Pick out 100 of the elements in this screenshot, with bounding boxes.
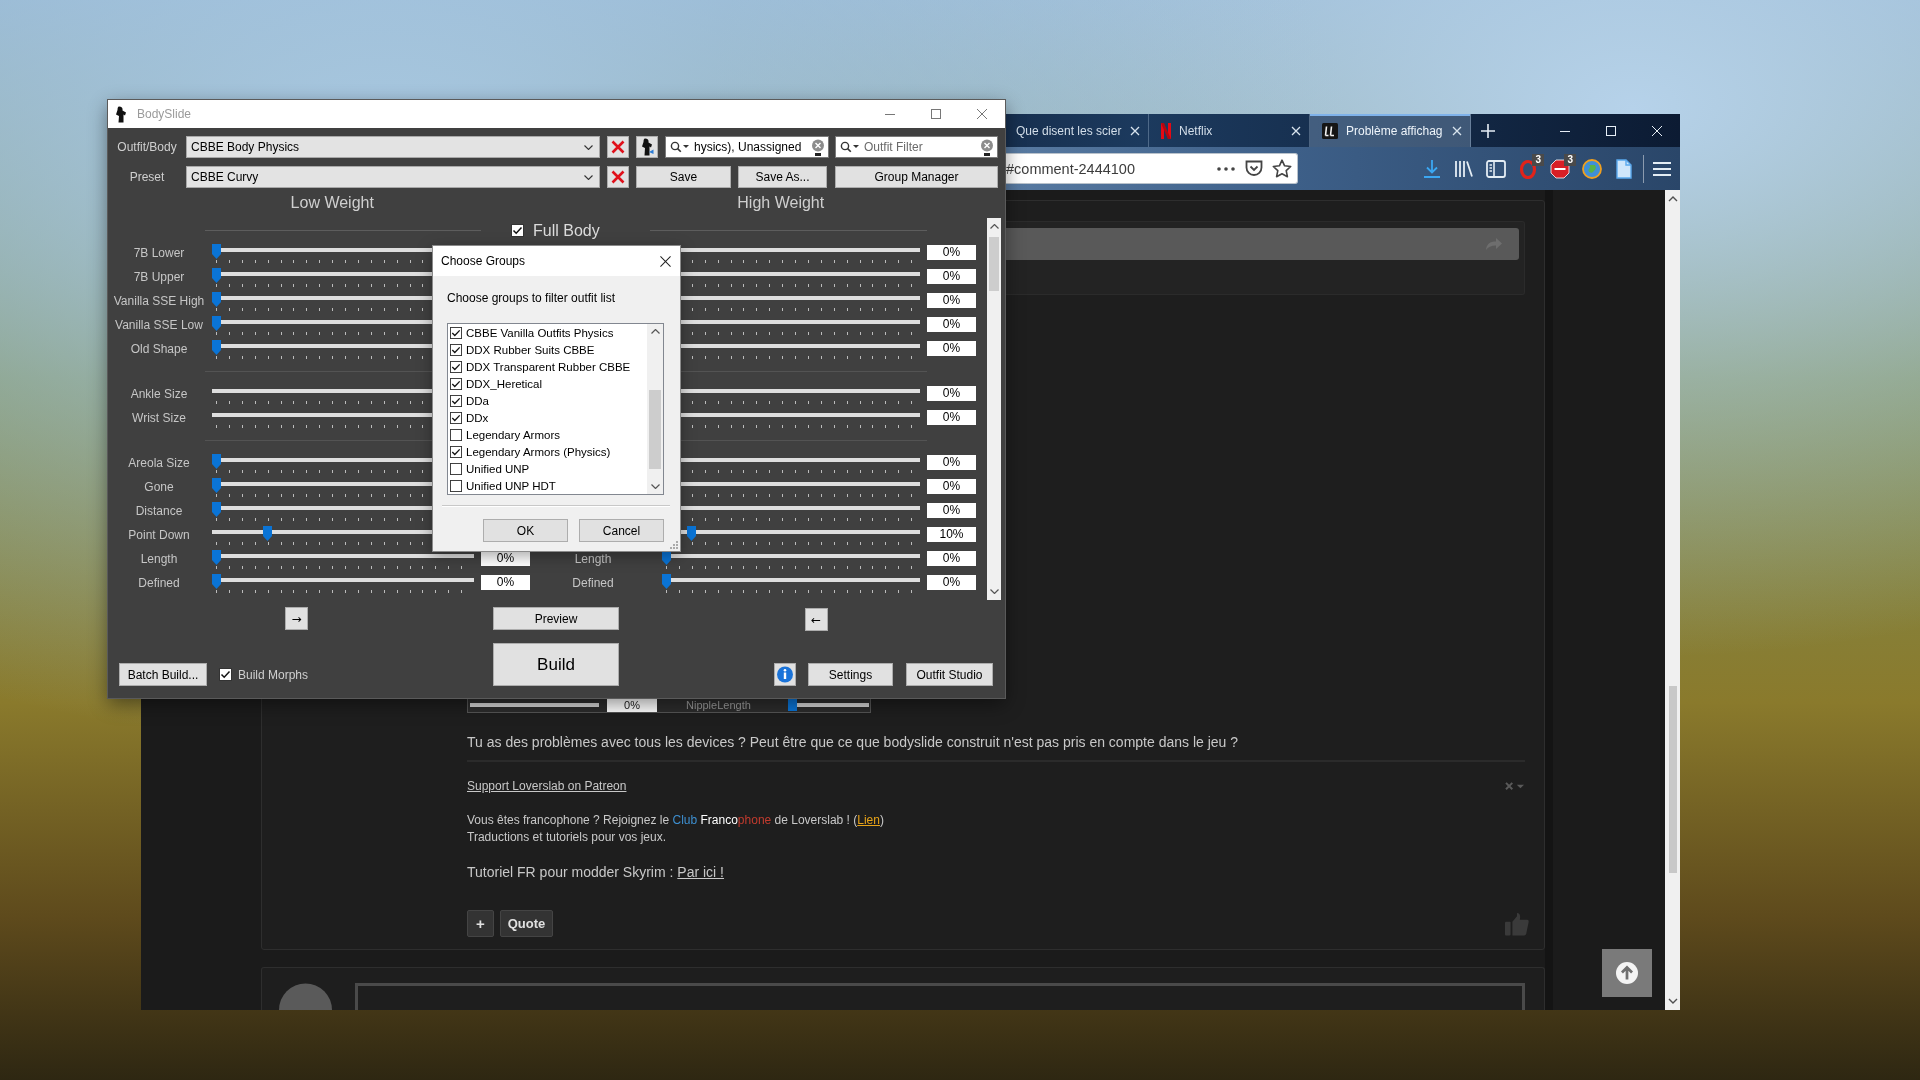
plus-icon[interactable] (1481, 123, 1495, 138)
close-icon[interactable] (660, 255, 671, 267)
slider-thumb[interactable] (662, 574, 671, 589)
scrollbar-thumb[interactable] (649, 390, 661, 469)
outfit-studio-button[interactable]: Outfit Studio (906, 663, 993, 686)
slider-thumb[interactable] (212, 454, 221, 469)
build-button[interactable]: Build (493, 643, 619, 686)
dialog-prompt: Choose groups to filter outfit list (447, 290, 617, 306)
sidebar-icon[interactable] (1486, 158, 1506, 179)
group-manager-button[interactable]: Group Manager (835, 166, 998, 188)
thumbs-up-icon[interactable] (1505, 911, 1529, 936)
settings-button[interactable]: Settings (808, 663, 893, 686)
menu-icon[interactable] (1653, 160, 1671, 177)
arrow-button[interactable]: ← (804, 608, 828, 631)
patreon-link[interactable]: Support Loverslab on Patreon (467, 779, 627, 793)
document-icon[interactable] (1614, 158, 1634, 179)
value-field[interactable]: 0% (927, 455, 976, 470)
preview-button[interactable]: Preview (493, 607, 619, 630)
group-checkbox[interactable]: Legendary Armors (448, 426, 647, 443)
clear-icon[interactable] (811, 138, 825, 156)
arrow-button[interactable]: → (285, 607, 308, 630)
save-button[interactable]: Save (636, 166, 731, 188)
download-icon[interactable] (1422, 158, 1442, 179)
group-checkbox[interactable]: Unified UNP (448, 460, 647, 477)
plus-button[interactable]: + (467, 910, 494, 937)
group-checkbox[interactable]: DDx (448, 409, 647, 426)
value-field[interactable]: 0% (481, 575, 530, 590)
scrollbar[interactable] (1665, 190, 1680, 1010)
slider-thumb[interactable] (212, 316, 221, 331)
close-caret-icon[interactable] (1505, 781, 1525, 791)
resize-grip-icon[interactable] (669, 540, 678, 549)
slider-thumb[interactable] (212, 502, 221, 517)
value-field[interactable]: 0% (927, 503, 976, 518)
clear-icon[interactable] (980, 138, 994, 156)
chevron-down-icon[interactable] (989, 589, 999, 594)
build-morphs-checkbox[interactable]: Build Morphs (219, 667, 309, 682)
slider-thumb[interactable] (212, 292, 221, 307)
group-checkbox[interactable]: DDa (448, 392, 647, 409)
reply-field[interactable] (355, 983, 1525, 1010)
library-icon[interactable] (1454, 158, 1474, 179)
value-field[interactable]: 0% (927, 341, 976, 356)
figure-button[interactable] (636, 136, 658, 158)
value-field[interactable]: 0% (927, 269, 976, 284)
chevron-up-icon[interactable] (1667, 196, 1678, 202)
scroll-top-button[interactable] (1602, 949, 1652, 997)
octagon-icon[interactable] (1550, 158, 1570, 179)
pocket-icon[interactable] (1245, 160, 1263, 177)
group-checkbox[interactable]: DDX Rubber Suits CBBE (448, 341, 647, 358)
value-field[interactable]: 0% (927, 386, 976, 401)
value-field[interactable]: 0% (927, 551, 976, 566)
link[interactable]: Lien (857, 813, 880, 827)
value-field[interactable]: 0% (927, 410, 976, 425)
slider-label: 7B Lower (133, 245, 185, 262)
preset-dropdown[interactable]: CBBE Curvy (186, 166, 600, 188)
cancel-button[interactable]: Cancel (579, 519, 664, 542)
quote-button[interactable]: Quote (500, 910, 553, 937)
group-checkbox[interactable]: DDX Transparent Rubber CBBE (448, 358, 647, 375)
ok-button[interactable]: OK (483, 519, 568, 542)
star-icon[interactable] (1272, 159, 1292, 178)
slider-thumb[interactable] (212, 268, 221, 283)
scrollbar[interactable] (647, 324, 663, 494)
browser-tab[interactable]: Problème affichag (1310, 114, 1471, 147)
link[interactable]: Par ici ! (677, 864, 724, 880)
slider-thumb[interactable] (212, 478, 221, 493)
chevron-down-icon[interactable] (1667, 998, 1678, 1004)
group-checkbox[interactable]: DDX_Heretical (448, 375, 647, 392)
outfit-filter-field[interactable]: Outfit Filter (835, 136, 998, 158)
group-filter-field[interactable]: hysics), Unassigned (665, 136, 829, 158)
slider-thumb[interactable] (212, 340, 221, 355)
scrollbar-thumb[interactable] (1668, 686, 1677, 873)
slider-label: Old Shape (130, 341, 188, 358)
address-field[interactable]: #comment-2444100 (1004, 153, 1298, 184)
chevron-down-icon[interactable] (650, 484, 660, 489)
chevron-up-icon[interactable] (650, 329, 660, 334)
slider-thumb[interactable] (262, 526, 272, 541)
value-field[interactable]: 0% (927, 575, 976, 590)
slider-thumb[interactable] (686, 526, 696, 541)
group-checkbox[interactable]: CBBE Vanilla Outfits Physics (448, 324, 647, 341)
group-checkbox[interactable]: Legendary Armors (Physics) (448, 443, 647, 460)
save-as-button[interactable]: Save As... (738, 166, 827, 188)
slider-thumb[interactable] (212, 244, 221, 259)
delete-button[interactable] (607, 166, 629, 188)
value-field[interactable]: 0% (927, 479, 976, 494)
value-field[interactable]: 0% (927, 293, 976, 308)
full-body-checkbox[interactable]: Full Body (511, 221, 600, 240)
group-checkbox[interactable]: Unified UNP HDT (448, 477, 647, 494)
info-icon[interactable] (774, 663, 796, 686)
slider-thumb[interactable] (212, 550, 221, 565)
value-field[interactable]: 0% (927, 245, 976, 260)
value-field[interactable]: 10% (927, 527, 976, 542)
delete-button[interactable] (607, 136, 629, 158)
scrollbar-thumb[interactable] (989, 237, 999, 291)
globe-icon[interactable] (1582, 158, 1602, 179)
batch-build-button[interactable]: Batch Build... (119, 663, 207, 686)
scrollbar[interactable] (987, 218, 1001, 600)
value-field[interactable]: 0% (927, 317, 976, 332)
chevron-up-icon[interactable] (989, 224, 999, 229)
more-icon[interactable] (1217, 166, 1235, 171)
outfit-dropdown[interactable]: CBBE Body Physics (186, 136, 600, 158)
slider-thumb[interactable] (212, 574, 221, 589)
